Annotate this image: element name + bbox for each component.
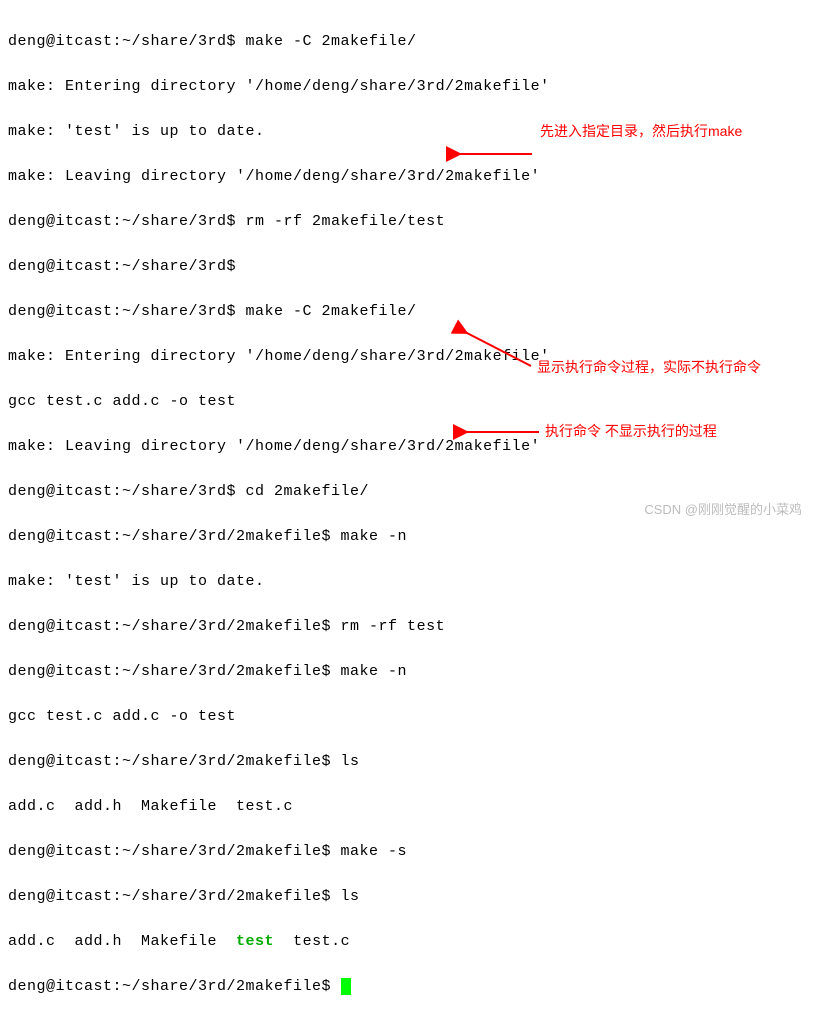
annotation-text: 执行命令 不显示执行的过程 [545,422,745,442]
terminal-line: deng@itcast:~/share/3rd/2makefile$ make … [8,841,806,864]
annotation-text: 先进入指定目录，然后执行make [540,122,760,142]
terminal-line: gcc test.c add.c -o test [8,391,806,414]
terminal-line: deng@itcast:~/share/3rd/2makefile$ make … [8,661,806,684]
terminal-line: deng@itcast:~/share/3rd$ make -C 2makefi… [8,301,806,324]
ls-part: test.c [274,933,350,950]
terminal-line: make: Entering directory '/home/deng/sha… [8,76,806,99]
ls-part: add.c add.h Makefile [8,933,236,950]
cursor [341,978,351,995]
terminal-line: deng@itcast:~/share/3rd$ make -C 2makefi… [8,31,806,54]
terminal-line: deng@itcast:~/share/3rd$ rm -rf 2makefil… [8,211,806,234]
terminal-line: deng@itcast:~/share/3rd/2makefile$ ls [8,751,806,774]
terminal-line: make: Leaving directory '/home/deng/shar… [8,166,806,189]
watermark: CSDN @刚刚觉醒的小菜鸡 [644,500,802,520]
annotation-text: 显示执行命令过程，实际不执行命令 [537,358,777,378]
arrow-icon [454,148,534,173]
arrow-icon [461,328,533,377]
terminal-line: deng@itcast:~/share/3rd/2makefile$ rm -r… [8,616,806,639]
executable-file: test [236,933,274,950]
terminal-line: deng@itcast:~/share/3rd/2makefile$ ls [8,886,806,909]
terminal-line: gcc test.c add.c -o test [8,706,806,729]
prompt-text: deng@itcast:~/share/3rd/2makefile$ [8,978,341,995]
arrow-icon [461,424,541,449]
terminal-line: deng@itcast:~/share/3rd$ [8,256,806,279]
terminal-line: add.c add.h Makefile test.c [8,796,806,819]
terminal-line: make: 'test' is up to date. [8,571,806,594]
terminal-line: add.c add.h Makefile test test.c [8,931,806,954]
terminal-line: deng@itcast:~/share/3rd/2makefile$ make … [8,526,806,549]
terminal-prompt-line[interactable]: deng@itcast:~/share/3rd/2makefile$ [8,976,806,999]
